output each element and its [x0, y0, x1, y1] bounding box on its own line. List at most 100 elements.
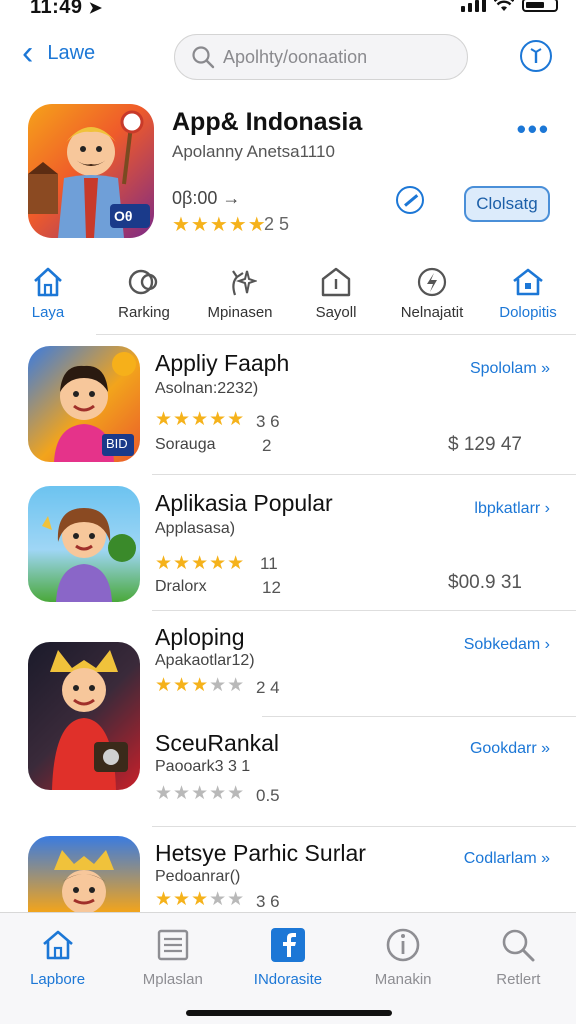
house-icon [513, 268, 543, 296]
category-tabs: Laya Rarking Mpinasen Sayoll Nelnajatit … [0, 262, 576, 334]
app-meta: Sorauga [155, 436, 216, 453]
info-button[interactable] [520, 40, 552, 72]
app-subtitle: Paooark3 3 1 [155, 758, 251, 775]
search-icon [503, 929, 535, 962]
app-meta: Dralorx [155, 578, 207, 595]
app-price: $ 129 47 [448, 434, 522, 455]
home-indicator [186, 1010, 392, 1016]
featured-app-icon[interactable]: Oθ [28, 104, 154, 238]
tab-label: Retlert [496, 971, 541, 988]
divider [152, 610, 576, 611]
featured-app-price: 0β:00 → [172, 188, 241, 208]
app-stars: ★★★★★ [155, 889, 246, 910]
app-link-button[interactable]: lbpkatlarr › [474, 500, 550, 518]
app-title: Appliy Faaph [155, 350, 290, 376]
back-label: Lawe [47, 41, 96, 64]
category-tab-3[interactable]: Sayoll [288, 262, 384, 334]
facebook-icon [270, 928, 305, 962]
app-title: Aploping [155, 624, 245, 650]
app-icon[interactable] [28, 486, 140, 602]
app-title: Hetsye Parhic Surlar [155, 840, 366, 866]
battery-icon [522, 0, 558, 12]
app-num: 2 [262, 436, 272, 455]
tab-item-3[interactable]: Manakin [346, 913, 461, 1024]
featured-app: Oθ App& Indonasia Apolanny Anetsa1110 ••… [0, 104, 576, 244]
tab-item-4[interactable]: Retlert [461, 913, 576, 1024]
category-label: Sayoll [315, 304, 357, 321]
app-stars: ★★★★★ [155, 553, 246, 574]
tab-item-1[interactable]: Mplaslan [115, 913, 230, 1024]
more-options-button[interactable]: ••• [517, 114, 550, 145]
featured-app-subtitle: Apolanny Anetsa1110 [172, 142, 335, 161]
app-stars: ★★★★★ [155, 409, 246, 430]
tab-label: Lapbore [30, 971, 86, 988]
app-subtitle: Asolnan:2232) [155, 380, 259, 397]
tab-label: Mplaslan [142, 971, 203, 988]
tab-label: INdorasite [253, 971, 323, 988]
info-icon [530, 48, 542, 63]
app-rating-count: 3 6 [256, 412, 280, 431]
app-subtitle: Applasasa) [155, 520, 236, 537]
category-tab-0[interactable]: Laya [0, 262, 96, 334]
divider [152, 474, 576, 475]
category-label: Nelnajatit [400, 304, 464, 321]
home-icon [42, 930, 73, 960]
category-tab-4[interactable]: Nelnajatit [384, 262, 480, 334]
divider [152, 826, 576, 827]
back-button[interactable]: ‹ Lawe [22, 34, 96, 72]
news-icon [157, 929, 188, 961]
app-stars: ★★★★★ [155, 675, 246, 696]
search-icon [192, 46, 215, 69]
featured-app-stars: ★★★★★ [172, 214, 267, 236]
app-stars: ★★★★★ [155, 783, 246, 804]
chevron-left-icon: ‹ [22, 34, 34, 72]
app-subtitle: Apakaotlar12) [155, 652, 255, 669]
app-num: 12 [262, 578, 281, 597]
compass-icon[interactable] [396, 186, 424, 214]
app-link-button[interactable]: Spololam » [470, 360, 550, 378]
app-rating-count: 0.5 [256, 786, 280, 805]
app-title: Aplikasia Popular [155, 490, 333, 516]
wifi-icon [494, 0, 514, 11]
bolt-icon [417, 267, 447, 297]
status-time: 11:49 ➤ [30, 0, 103, 18]
category-label: Rarking [118, 304, 170, 321]
app-link-button[interactable]: Sobkedam › [464, 636, 550, 654]
featured-app-rating: 2 5 [264, 214, 290, 234]
app-badge: BID [106, 436, 128, 451]
tab-item-0[interactable]: Lapbore [0, 913, 115, 1024]
category-label: Mpinasen [207, 304, 273, 321]
app-rating-count: 3 6 [256, 892, 280, 911]
sparkle-icon [232, 270, 257, 296]
status-bar: 11:49 ➤ [0, 0, 576, 22]
category-label: Dolopitis [499, 304, 557, 321]
category-tab-5[interactable]: Dolopitis [480, 262, 576, 334]
app-icon[interactable] [28, 836, 140, 912]
tab-bar: Lapbore Mplaslan INdorasite Manakin Retl… [0, 912, 576, 1024]
app-link-button[interactable]: Gookdarr » [470, 740, 550, 758]
tab-label: Manakin [374, 971, 432, 988]
signal-icon [461, 0, 486, 12]
divider [262, 716, 576, 717]
search-placeholder: Apolhty/oonaation [223, 46, 368, 67]
status-indicators [461, 0, 558, 12]
app-rating-count: 2 4 [256, 678, 280, 697]
featured-get-button[interactable]: Clolsatg [464, 186, 550, 222]
location-arrow-icon: ➤ [88, 0, 103, 17]
ranking-icon [128, 269, 158, 295]
tab-item-2[interactable]: INdorasite [230, 913, 345, 1024]
search-field[interactable]: Apolhty/oonaation [174, 34, 468, 80]
info-icon [386, 928, 420, 962]
featured-app-title: App& Indonasia [172, 108, 363, 136]
category-tab-1[interactable]: Rarking [96, 262, 192, 334]
app-link-button[interactable]: Codlarlam » [464, 850, 550, 868]
app-icon[interactable]: BID [28, 346, 140, 462]
app-icon[interactable] [28, 642, 140, 790]
tent-icon [321, 267, 351, 297]
category-label: Laya [31, 304, 65, 321]
app-title: SceuRankal [155, 730, 280, 756]
divider [96, 334, 576, 335]
category-tab-2[interactable]: Mpinasen [192, 262, 288, 334]
app-price: $00.9 31 [448, 572, 522, 593]
app-rating-count: 11 [260, 554, 278, 573]
